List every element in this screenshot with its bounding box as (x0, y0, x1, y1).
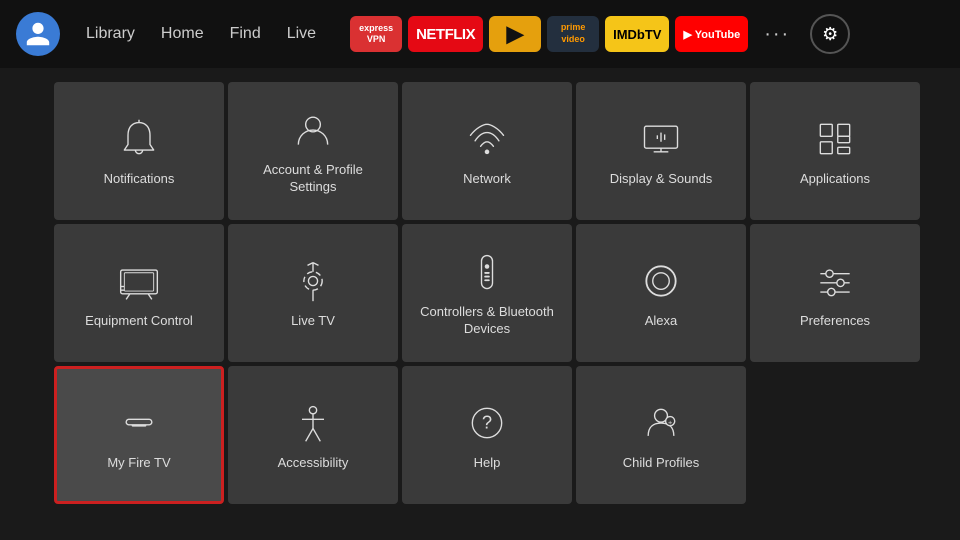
firetv-icon (115, 399, 163, 447)
tile-label: Preferences (800, 313, 870, 330)
tile-label: Alexa (645, 313, 678, 330)
tile-network[interactable]: Network (402, 82, 572, 220)
tile-label: Accessibility (278, 455, 349, 472)
top-navigation: Library Home Find Live expressVPN NETFLI… (0, 0, 960, 68)
settings-button[interactable]: ⚙ (810, 14, 850, 54)
tile-help[interactable]: ? Help (402, 366, 572, 504)
user-avatar[interactable] (16, 12, 60, 56)
svg-text:?: ? (482, 411, 492, 432)
tile-label: My Fire TV (107, 455, 170, 472)
antenna-icon (289, 257, 337, 305)
childprofile-icon: + (637, 399, 685, 447)
tile-alexa[interactable]: Alexa (576, 224, 746, 362)
tile-label: Child Profiles (623, 455, 700, 472)
app-plex[interactable]: ▶ (489, 16, 541, 52)
tile-label: Account & Profile Settings (238, 162, 388, 196)
sliders-icon (811, 257, 859, 305)
bell-icon (115, 115, 163, 163)
app-netflix[interactable]: NETFLIX (408, 16, 483, 52)
tile-display[interactable]: Display & Sounds (576, 82, 746, 220)
tv-icon (115, 257, 163, 305)
tile-preferences[interactable]: Preferences (750, 224, 920, 362)
tile-account[interactable]: Account & Profile Settings (228, 82, 398, 220)
remote-icon (463, 248, 511, 296)
apps-icon (811, 115, 859, 163)
tile-accessibility[interactable]: Accessibility (228, 366, 398, 504)
nav-home[interactable]: Home (151, 19, 214, 49)
tile-label: Equipment Control (85, 313, 193, 330)
app-prime[interactable]: primevideo (547, 16, 599, 52)
tile-myfiretv[interactable]: My Fire TV (54, 366, 224, 504)
tile-childprofiles[interactable]: + Child Profiles (576, 366, 746, 504)
alexa-icon (637, 257, 685, 305)
nav-library[interactable]: Library (76, 19, 145, 49)
app-imdb[interactable]: IMDbTV (605, 16, 669, 52)
nav-links: Library Home Find Live (76, 19, 326, 49)
wifi-icon (463, 115, 511, 163)
tile-label: Controllers & Bluetooth Devices (412, 304, 562, 338)
display-icon (637, 115, 685, 163)
tile-equipment[interactable]: Equipment Control (54, 224, 224, 362)
tile-livetv[interactable]: Live TV (228, 224, 398, 362)
accessibility-icon (289, 399, 337, 447)
app-shortcuts: expressVPN NETFLIX ▶ primevideo IMDbTV ▶… (350, 16, 748, 52)
app-youtube[interactable]: ▶ YouTube (675, 16, 748, 52)
help-icon: ? (463, 399, 511, 447)
tile-controllers[interactable]: Controllers & Bluetooth Devices (402, 224, 572, 362)
tile-label: Display & Sounds (610, 171, 713, 188)
tile-applications[interactable]: Applications (750, 82, 920, 220)
tile-label: Live TV (291, 313, 335, 330)
tile-label: Network (463, 171, 511, 188)
tile-label: Help (474, 455, 501, 472)
more-apps-button[interactable]: ··· (756, 19, 798, 50)
nav-find[interactable]: Find (220, 19, 271, 49)
tile-label: Applications (800, 171, 870, 188)
svg-text:+: + (668, 417, 672, 426)
app-expressvpn[interactable]: expressVPN (350, 16, 402, 52)
settings-grid: Notifications Account & Profile Settings… (0, 74, 960, 512)
nav-live[interactable]: Live (277, 19, 326, 49)
person-icon (289, 106, 337, 154)
tile-label: Notifications (104, 171, 175, 188)
tile-notifications[interactable]: Notifications (54, 82, 224, 220)
